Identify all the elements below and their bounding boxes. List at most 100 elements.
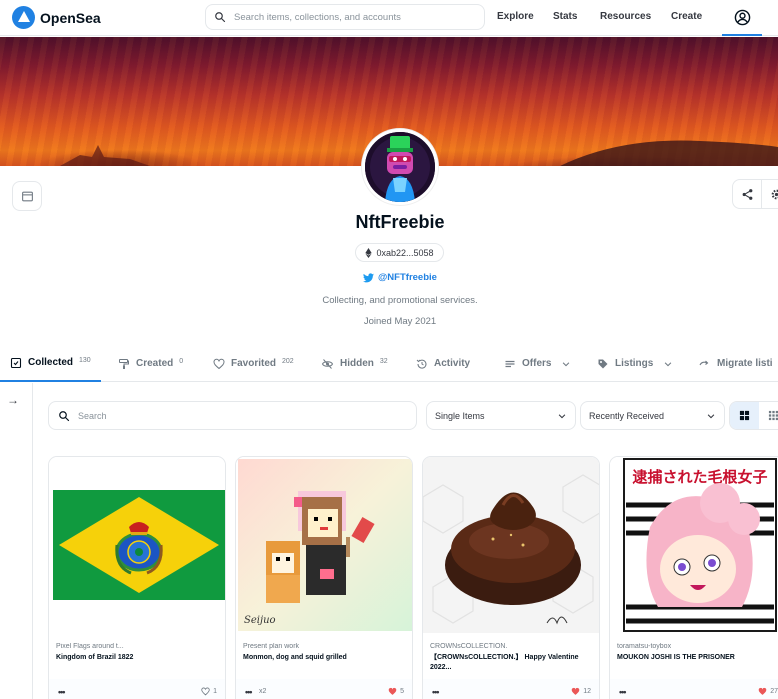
chevron-down-icon xyxy=(558,413,566,418)
favorite-button[interactable]: 12 xyxy=(571,687,591,696)
chevron-down-icon xyxy=(563,361,570,366)
card-collection-name: toramatsu-toybox xyxy=(617,643,672,650)
tab-offers[interactable]: Offers xyxy=(504,345,571,382)
logo-text: OpenSea xyxy=(40,9,101,26)
favorite-button[interactable]: 1 xyxy=(201,687,217,696)
profile-tabs: Collected 130 Created 0 Favorited 202 Hi… xyxy=(0,345,778,382)
tab-label: Activity xyxy=(434,358,471,369)
more-options-icon[interactable]: ••• xyxy=(245,687,253,697)
global-search-input[interactable]: Search items, collections, and accounts xyxy=(205,4,485,30)
nft-card[interactable]: 逮捕された毛根女子 toramatsu-toybox MOUKON JOSHI … xyxy=(609,456,778,699)
small-grid-icon xyxy=(768,410,778,421)
migrate-arrow-icon xyxy=(699,360,709,365)
view-toggle xyxy=(729,401,778,430)
nft-card[interactable]: Pixel Flags around t... Kingdom of Brazi… xyxy=(48,456,226,699)
more-options-icon[interactable]: ••• xyxy=(619,687,627,697)
list-icon xyxy=(505,360,515,367)
items-search-input[interactable]: Search xyxy=(48,401,417,430)
tab-listings[interactable]: Listings xyxy=(597,345,673,382)
favorite-count: 27 xyxy=(770,688,778,695)
tab-favorited[interactable]: Favorited 202 xyxy=(213,345,294,382)
account-button[interactable] xyxy=(722,0,762,36)
large-grid-button[interactable] xyxy=(730,402,759,429)
tab-collected[interactable]: Collected 130 xyxy=(0,345,101,382)
more-options-icon[interactable]: ••• xyxy=(432,687,440,697)
nft-image-moukon-joshi: 逮捕された毛根女子 xyxy=(610,457,778,633)
history-icon xyxy=(416,359,427,369)
search-icon xyxy=(59,410,70,421)
ethereum-icon xyxy=(365,247,373,258)
nav-create[interactable]: Create xyxy=(671,11,702,22)
profile-bio: Collecting, and promotional services. xyxy=(322,295,478,306)
profile-avatar xyxy=(362,129,438,205)
small-grid-button[interactable] xyxy=(759,402,778,429)
tab-label: Favorited xyxy=(231,358,277,369)
nav-explore[interactable]: Explore xyxy=(497,11,534,22)
artist-signature: Seijuo xyxy=(244,615,276,626)
favorite-count: 12 xyxy=(583,688,591,695)
favorite-count: 5 xyxy=(400,688,404,695)
card-collection-name: Pixel Flags around t... xyxy=(56,643,124,650)
nft-image-monmon-pixel-art: Seijuo xyxy=(236,457,412,633)
card-collection-name: Present plan work xyxy=(243,643,300,650)
share-button[interactable] xyxy=(732,179,762,209)
eye-off-icon xyxy=(321,358,334,369)
items-type-select[interactable]: Single Items xyxy=(426,401,576,430)
joined-date: Joined May 2021 xyxy=(363,316,437,327)
tab-created[interactable]: Created 0 xyxy=(118,345,183,382)
card-quantity: x2 xyxy=(259,688,267,695)
nav-stats[interactable]: Stats xyxy=(553,11,577,22)
wallet-address: 0xab22...5058 xyxy=(376,247,434,258)
tab-hidden[interactable]: Hidden 32 xyxy=(321,345,388,382)
poster-title: 逮捕された毛根女子 xyxy=(632,468,767,486)
tab-label: Hidden xyxy=(340,358,374,369)
profile-name: NftFreebie xyxy=(355,212,445,232)
search-placeholder: Search xyxy=(78,410,107,421)
card-item-name: Monmon, dog and squid grilled xyxy=(243,654,347,661)
tab-migrate-listings[interactable]: Migrate listi xyxy=(698,345,773,382)
sort-select[interactable]: Recently Received xyxy=(580,401,725,430)
tab-label: Offers xyxy=(522,358,552,369)
card-footer: ••• 1 xyxy=(49,679,225,699)
heart-outline-icon xyxy=(201,687,210,696)
more-options-icon[interactable]: ••• xyxy=(58,687,66,697)
opensea-logo[interactable]: OpenSea xyxy=(12,6,101,29)
search-placeholder: Search items, collections, and accounts xyxy=(234,11,401,23)
card-item-name: 【CROWNsCOLLECTION.】 Happy Valentine 2022… xyxy=(430,654,579,671)
nft-card[interactable]: Seijuo Present plan work Monmon, dog and… xyxy=(235,456,413,699)
nft-card[interactable]: CROWNsCOLLECTION. 【CROWNsCOLLECTION.】 Ha… xyxy=(422,456,600,699)
window-icon xyxy=(21,191,33,201)
favorite-count: 1 xyxy=(213,688,217,695)
sidebar-divider xyxy=(32,383,33,699)
paint-brush-icon xyxy=(119,358,129,369)
opensea-logo-icon xyxy=(12,6,35,29)
layout-toggle-button[interactable] xyxy=(12,181,42,211)
large-grid-icon xyxy=(739,410,750,421)
wallet-address-button[interactable]: 0xab22...5058 xyxy=(355,243,444,262)
twitter-link[interactable]: @NFTfreebie xyxy=(0,272,778,283)
collected-icon xyxy=(10,357,22,368)
settings-button[interactable] xyxy=(761,179,778,209)
select-value: Single Items xyxy=(435,410,485,421)
search-icon xyxy=(215,12,226,23)
favorite-button[interactable]: 27 xyxy=(758,687,778,696)
tag-icon xyxy=(598,359,608,368)
card-footer: ••• 27 xyxy=(610,679,778,699)
heart-filled-icon xyxy=(571,687,580,695)
account-icon xyxy=(734,9,750,25)
chevron-down-icon xyxy=(707,413,715,418)
heart-filled-icon xyxy=(758,687,767,695)
tab-count: 0 xyxy=(179,358,184,365)
card-footer: ••• x2 5 xyxy=(236,679,412,699)
share-icon xyxy=(742,188,752,200)
favorite-button[interactable]: 5 xyxy=(388,687,404,696)
nav-resources[interactable]: Resources xyxy=(600,11,651,22)
card-item-name: MOUKON JOSHI IS THE PRISONER xyxy=(617,654,735,661)
nft-image-chocolate-cake xyxy=(423,457,599,633)
tab-count: 32 xyxy=(379,358,388,365)
gear-icon xyxy=(771,189,778,199)
filter-expand-arrow-icon[interactable]: → xyxy=(7,393,19,407)
tab-activity[interactable]: Activity xyxy=(416,345,470,382)
heart-filled-icon xyxy=(388,687,397,695)
tab-label: Collected xyxy=(28,357,74,368)
